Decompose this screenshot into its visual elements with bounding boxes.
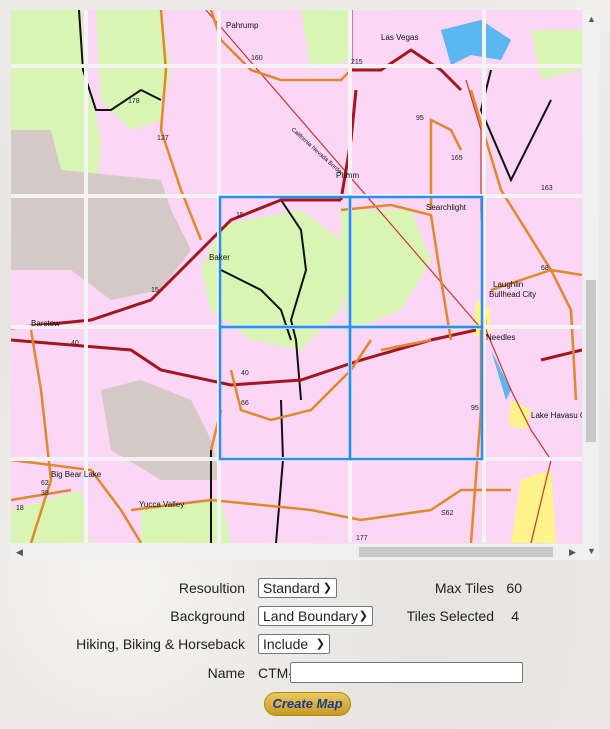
label-bullhead-city: Bullhead City [489,290,536,299]
svg-text:178: 178 [128,98,140,105]
svg-text:15: 15 [151,287,159,294]
resolution-select[interactable]: Standard ❯ [258,578,337,598]
label-searchlight: Searchlight [426,203,467,212]
svg-text:165: 165 [451,155,463,162]
label-big-bear-lake: Big Bear Lake [51,470,102,479]
background-select[interactable]: Land Boundary ❯ [258,606,373,626]
background-label: Background [170,608,245,624]
svg-text:68: 68 [541,265,549,272]
chevron-down-icon: ❯ [358,610,368,622]
label-laughlin: Laughlin [493,280,523,289]
scroll-down-icon[interactable]: ▼ [587,546,596,556]
label-lake-havasu-city: Lake Havasu City [531,411,582,420]
hiking-value: Include [263,636,309,652]
label-pahrump: Pahrump [226,21,259,30]
horizontal-scroll-thumb[interactable] [359,547,553,557]
scroll-up-icon[interactable]: ▲ [587,14,596,24]
svg-text:163: 163 [541,185,553,192]
svg-text:95: 95 [416,115,424,122]
name-prefix: CTM- [258,665,293,681]
svg-text:18: 18 [16,505,24,512]
tile-map[interactable]: Pahrump Las Vegas Primm Searchlight Bake… [11,10,582,543]
map-canvas[interactable]: Pahrump Las Vegas Primm Searchlight Bake… [11,10,582,543]
tiles-selected-label: Tiles Selected [406,608,494,624]
resolution-label: Resoultion [178,580,245,596]
svg-text:160: 160 [251,55,263,62]
map-horizontal-scrollbar[interactable]: ◀ ▶ [11,544,583,560]
create-map-button[interactable]: Create Map [264,692,351,716]
vertical-scroll-thumb[interactable] [586,280,596,442]
svg-text:66: 66 [241,400,249,407]
max-tiles-value: 60 [506,580,522,596]
background-value: Land Boundary [263,608,358,624]
max-tiles-label: Max Tiles [434,580,494,596]
svg-text:215: 215 [351,59,363,66]
label-needles: Needles [486,333,515,342]
svg-text:40: 40 [71,340,79,347]
label-yucca-valley: Yucca Valley [139,500,184,509]
label-baker: Baker [209,253,230,262]
svg-text:40: 40 [241,370,249,377]
tiles-selected-value: 4 [511,608,519,624]
name-label: Name [207,665,245,681]
chevron-down-icon: ❯ [322,582,332,594]
svg-text:177: 177 [356,535,368,542]
svg-text:S62: S62 [441,510,454,517]
chevron-down-icon: ❯ [315,638,325,650]
hiking-label: Hiking, Biking & Horseback [76,636,245,652]
scroll-right-icon[interactable]: ▶ [569,547,576,557]
svg-text:38: 38 [41,490,49,497]
svg-text:15: 15 [236,212,244,219]
svg-text:127: 127 [157,135,169,142]
scroll-left-icon[interactable]: ◀ [16,547,23,557]
resolution-value: Standard [263,580,320,596]
svg-text:95: 95 [471,405,479,412]
map-vertical-scrollbar[interactable]: ▲ ▼ [583,10,599,560]
svg-text:62: 62 [41,480,49,487]
hiking-select[interactable]: Include ❯ [258,634,330,654]
label-barstow: Barstow [31,319,60,328]
label-las-vegas: Las Vegas [381,33,418,42]
name-input[interactable] [290,662,523,683]
